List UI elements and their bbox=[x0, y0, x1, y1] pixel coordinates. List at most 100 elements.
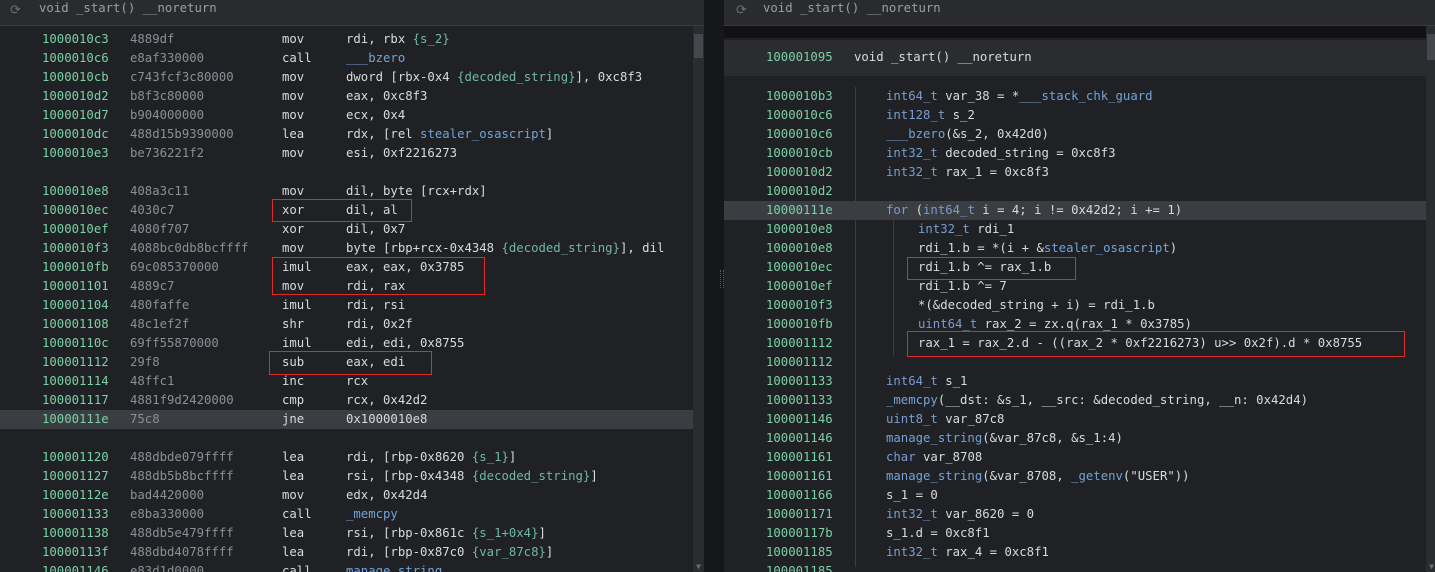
asm-address: 10000111e bbox=[42, 412, 109, 426]
asm-bytes: 29f8 bbox=[130, 355, 160, 369]
hlil-address: 1000010d2 bbox=[766, 165, 833, 179]
asm-mnemonic: mov bbox=[282, 89, 305, 103]
asm-address: 100001117 bbox=[42, 393, 109, 407]
disassembly-scrollbar-thumb[interactable] bbox=[694, 34, 703, 58]
code-token: i = 4; i != 0x42d2; i += 1) bbox=[982, 203, 1183, 217]
code-token: manage_string bbox=[886, 431, 983, 445]
decompiler-scrollbar-thumb[interactable] bbox=[1427, 34, 1435, 60]
asm-mnemonic: call bbox=[282, 507, 312, 521]
operand-token: ] bbox=[545, 545, 554, 559]
asm-operands: esi, 0xf2216273 bbox=[346, 144, 457, 163]
asm-line[interactable]: 1000010ef 4080f707 xor dil, 0x7 bbox=[0, 220, 704, 239]
disassembly-pane[interactable]: ⟳ void _start() __noreturn 1000010c3 4889… bbox=[0, 0, 704, 572]
asm-mnemonic: mov bbox=[282, 108, 305, 122]
asm-line[interactable]: 10000113f 488dbd4078ffff lea rdi, [rbp-0x87… bbox=[0, 543, 704, 562]
hlil-line[interactable]: 100001171 int32_t var_8620 = 0 bbox=[724, 505, 1426, 524]
operand-token: rdi, [rbp-0x8620 bbox=[346, 450, 472, 464]
code-token: int32_t bbox=[886, 545, 946, 559]
hlil-line[interactable]: 100001166 s_1 = 0 bbox=[724, 486, 1426, 505]
scroll-down-arrow-icon[interactable]: ▼ bbox=[1426, 562, 1435, 572]
highlight-box-xor bbox=[272, 199, 412, 222]
asm-line[interactable]: 1000010cb c743fcf3c80000 mov dword [rbx-0x4… bbox=[0, 68, 704, 87]
code-token: rdi_1 bbox=[977, 222, 1015, 236]
asm-line[interactable] bbox=[0, 429, 704, 448]
hlil-address: 1000010d2 bbox=[766, 184, 833, 198]
asm-line[interactable]: 100001127 488db5b8bcffff lea rsi, [rbp-0x43… bbox=[0, 467, 704, 486]
asm-line[interactable] bbox=[0, 163, 704, 182]
hlil-line[interactable]: 1000010f3 *(&decoded_string + i) = rdi_1.… bbox=[724, 296, 1426, 315]
asm-mnemonic: mov bbox=[282, 70, 305, 84]
function-signature: void _start() __noreturn bbox=[854, 50, 1032, 64]
code-token: var_87c8 bbox=[945, 412, 1005, 426]
hlil-line[interactable]: 1000010d2 int32_t rax_1 = 0xc8f3 bbox=[724, 163, 1426, 182]
hlil-line[interactable]: 10000117b s_1.d = 0xc8f1 bbox=[724, 524, 1426, 543]
hlil-line[interactable]: 10000111e for (int64_t i = 4; i != 0x42d2… bbox=[724, 201, 1426, 220]
asm-line[interactable]: 100001146 e83d1d0000 call manage_string bbox=[0, 562, 704, 572]
asm-line[interactable]: 10000112e bad4420000 mov edx, 0x42d4 bbox=[0, 486, 704, 505]
hlil-line[interactable]: 1000010d2 bbox=[724, 182, 1426, 201]
asm-mnemonic: lea bbox=[282, 127, 305, 141]
asm-mnemonic: mov bbox=[282, 488, 305, 502]
operand-token: ], dil bbox=[619, 241, 665, 255]
asm-address: 100001120 bbox=[42, 450, 109, 464]
hlil-line[interactable]: 100001185 int32_t rax_4 = 0xc8f1 bbox=[724, 543, 1426, 562]
code-token: int32_t bbox=[918, 222, 978, 236]
hlil-address: 100001146 bbox=[766, 412, 833, 426]
asm-address: 1000010ec bbox=[42, 203, 109, 217]
asm-operands: ___bzero bbox=[346, 49, 405, 68]
asm-line[interactable]: 1000010dc 488d15b9390000 lea rdx, [rel stea… bbox=[0, 125, 704, 144]
hlil-line[interactable]: 1000010b3 int64_t var_38 = *___stack_chk_… bbox=[724, 87, 1426, 106]
asm-mnemonic: mov bbox=[282, 146, 305, 160]
hlil-line[interactable]: 1000010c6 int128_t s_2 bbox=[724, 106, 1426, 125]
hlil-line[interactable]: 100001133 _memcpy(__dst: &s_1, __src: &de… bbox=[724, 391, 1426, 410]
asm-bytes: e8af330000 bbox=[130, 51, 205, 65]
scope-guide-line bbox=[855, 87, 856, 567]
asm-line[interactable]: 100001120 488dbde079ffff lea rdi, [rbp-0x86… bbox=[0, 448, 704, 467]
refresh-icon[interactable]: ⟳ bbox=[10, 3, 21, 18]
decompiler-header: ⟳ void _start() __noreturn bbox=[724, 0, 1435, 26]
asm-bytes: 4080f707 bbox=[130, 222, 190, 236]
code-token: ( bbox=[915, 203, 924, 217]
refresh-icon[interactable]: ⟳ bbox=[736, 3, 747, 18]
asm-line[interactable]: 1000010d2 b8f3c80000 mov eax, 0xc8f3 bbox=[0, 87, 704, 106]
asm-address: 1000010cb bbox=[42, 70, 109, 84]
hlil-code: int32_t rax_4 = 0xc8f1 bbox=[886, 543, 1049, 562]
asm-line[interactable]: 100001138 488db5e479ffff lea rsi, [rbp-0x86… bbox=[0, 524, 704, 543]
asm-line[interactable]: 1000010c3 4889df mov rdi, rbx {s_2} bbox=[0, 30, 704, 49]
asm-line[interactable]: 1000010e3 be736221f2 mov esi, 0xf2216273 bbox=[0, 144, 704, 163]
disassembly-scrollbar[interactable]: ▼ bbox=[693, 26, 704, 572]
hlil-line[interactable]: 100001146 uint8_t var_87c8 bbox=[724, 410, 1426, 429]
hlil-line[interactable]: 100001146 manage_string(&var_87c8, &s_1:4… bbox=[724, 429, 1426, 448]
asm-bytes: e8ba330000 bbox=[130, 507, 205, 521]
code-token: stealer_osascript bbox=[1043, 241, 1170, 255]
scroll-down-arrow-icon[interactable]: ▼ bbox=[693, 562, 704, 572]
asm-line[interactable]: 1000010c6 e8af330000 call ___bzero bbox=[0, 49, 704, 68]
asm-line[interactable]: 100001108 48c1ef2f shr rdi, 0x2f bbox=[0, 315, 704, 334]
operand-token: {s_2} bbox=[412, 32, 450, 46]
asm-line[interactable]: 10000111e 75c8 jne 0x1000010e8 bbox=[0, 410, 704, 429]
decompiler-scrollbar[interactable]: ▼ bbox=[1426, 26, 1435, 572]
hlil-line[interactable]: 1000010e8 rdi_1.b = *(i + &stealer_osascr… bbox=[724, 239, 1426, 258]
hlil-line[interactable]: 100001185 bbox=[724, 562, 1426, 572]
function-header-row[interactable]: 100001095 void _start() __noreturn bbox=[724, 40, 1426, 76]
hlil-line[interactable]: 100001133 int64_t s_1 bbox=[724, 372, 1426, 391]
hlil-line[interactable]: 100001161 char var_8708 bbox=[724, 448, 1426, 467]
hlil-line[interactable]: 1000010c6 ___bzero(&s_2, 0x42d0) bbox=[724, 125, 1426, 144]
asm-line[interactable]: 100001117 4881f9d2420000 cmp rcx, 0x42d2 bbox=[0, 391, 704, 410]
hlil-code: ___bzero(&s_2, 0x42d0) bbox=[886, 125, 1049, 144]
hlil-code: int64_t s_1 bbox=[886, 372, 967, 391]
hlil-line[interactable]: 100001161 manage_string(&var_8708, _geten… bbox=[724, 467, 1426, 486]
asm-line[interactable]: 1000010f3 4088bc0db8bcffff mov byte [rbp+rc… bbox=[0, 239, 704, 258]
hlil-line[interactable]: 1000010e8 int32_t rdi_1 bbox=[724, 220, 1426, 239]
operand-token: {decoded_string} bbox=[471, 469, 591, 483]
code-token: char bbox=[886, 450, 924, 464]
operand-token: 0x1000010e8 bbox=[346, 412, 428, 426]
asm-line[interactable]: 100001104 480faffe imul rdi, rsi bbox=[0, 296, 704, 315]
asm-line[interactable]: 1000010d7 b904000000 mov ecx, 0x4 bbox=[0, 106, 704, 125]
hlil-line[interactable]: 1000010cb int32_t decoded_string = 0xc8f3 bbox=[724, 144, 1426, 163]
code-token: rax_4 = 0xc8f1 bbox=[945, 545, 1049, 559]
asm-bytes: 488dbde079ffff bbox=[130, 450, 234, 464]
decompiler-pane[interactable]: ⟳ void _start() __noreturn 1000010b3 int6… bbox=[724, 0, 1435, 572]
asm-line[interactable]: 100001133 e8ba330000 call _memcpy bbox=[0, 505, 704, 524]
operand-token: dil, 0x7 bbox=[346, 222, 406, 236]
